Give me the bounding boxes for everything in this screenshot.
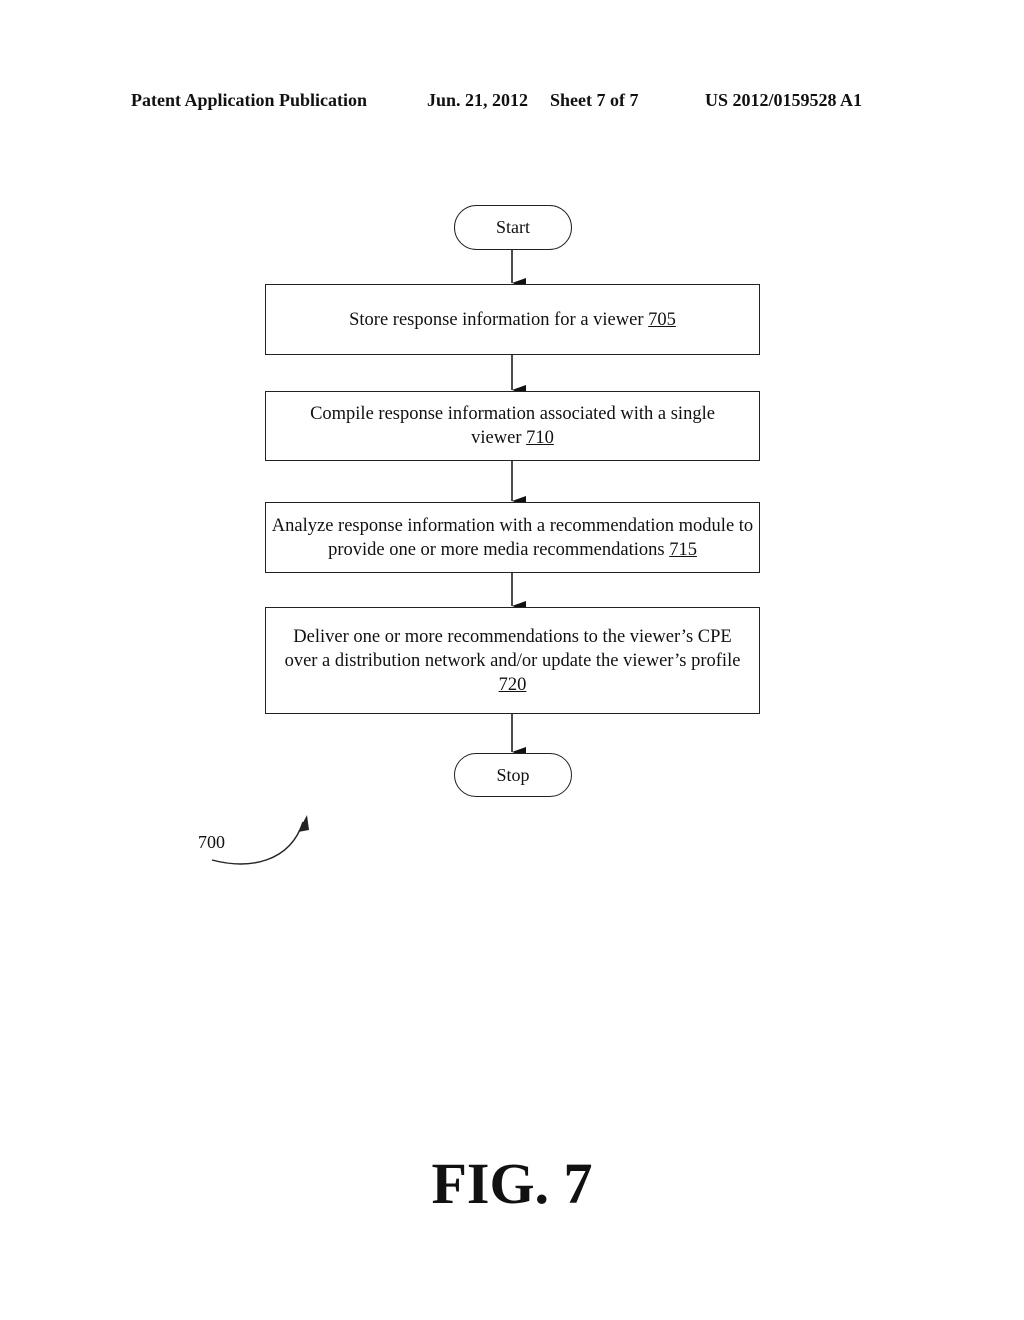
stop-terminal: Stop	[454, 753, 572, 797]
step-710: Compile response information associated …	[265, 391, 760, 461]
start-terminal: Start	[454, 205, 572, 250]
start-label: Start	[496, 217, 530, 237]
step-text: Compile response information associated …	[310, 404, 715, 448]
step-ref: 720	[498, 674, 527, 695]
step-text: Deliver one or more recommendations to t…	[284, 626, 741, 671]
step-715: Analyze response information with a reco…	[265, 502, 760, 573]
stop-label: Stop	[496, 764, 530, 785]
step-720: Deliver one or more recommendations to t…	[265, 607, 760, 714]
ref-700-leader-arrow	[211, 821, 304, 865]
step-ref: 710	[526, 428, 554, 448]
step-ref: 715	[669, 539, 697, 560]
step-text: Store response information for a viewer	[349, 309, 644, 330]
figure-label: FIG. 7	[431, 1151, 593, 1216]
ref-700-arrowhead	[298, 815, 309, 832]
step-705: Store response information for a viewer …	[265, 284, 760, 355]
figure-reference-number: 700	[198, 832, 225, 852]
step-ref: 705	[648, 309, 676, 330]
